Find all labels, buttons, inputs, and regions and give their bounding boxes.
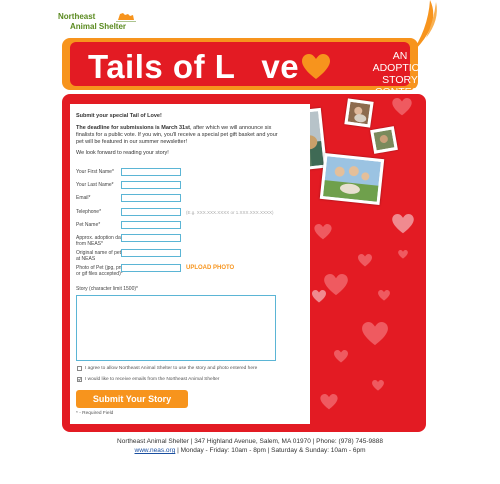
upload-photo-button[interactable]: UPLOAD PHOTO xyxy=(186,265,234,271)
website-link[interactable]: www.neas.org xyxy=(135,447,176,454)
banner-inner: Tails of L ve AN ADOPTION STORY CONTEST xyxy=(70,42,427,98)
background-heart-icon xyxy=(392,98,412,116)
first-name-input[interactable] xyxy=(121,168,181,176)
logo-text-line2: Animal Shelter xyxy=(70,22,127,31)
form-heading: Submit your special Tail of Love! xyxy=(76,113,162,119)
form-deadline-text: The deadline for submissions is March 31… xyxy=(76,125,286,146)
submit-story-button[interactable]: Submit Your Story xyxy=(76,390,188,408)
last-name-input[interactable] xyxy=(121,181,181,189)
adopter-photo-woman-with-cat xyxy=(344,98,374,128)
email-label: Email* xyxy=(76,195,91,201)
photo-image xyxy=(323,156,381,202)
background-heart-icon xyxy=(312,290,326,303)
banner-subtitle-line1: AN ADOPTION xyxy=(372,50,428,74)
first-name-label: Your First Name* xyxy=(76,169,114,175)
background-heart-icon xyxy=(362,322,388,346)
form-look-forward: We look forward to reading your story! xyxy=(76,150,169,156)
telephone-input[interactable] xyxy=(121,208,181,216)
story-label: Story (character limit 1500)* xyxy=(76,286,138,292)
required-field-note: * - Required Field xyxy=(76,411,114,416)
background-heart-icon xyxy=(392,214,414,234)
adopter-photo-family-with-dog xyxy=(319,152,385,206)
telephone-label: Telephone* xyxy=(76,209,102,215)
footer-address: Northeast Animal Shelter | 347 Highland … xyxy=(117,438,383,445)
adoption-date-label: Approx. adoption date from NEAS* xyxy=(76,235,125,247)
photo-image xyxy=(373,129,395,151)
background-heart-icon xyxy=(314,224,332,240)
adoption-date-input[interactable] xyxy=(121,234,181,242)
footer-hours-text: | Monday - Friday: 10am - 8pm | Saturday… xyxy=(175,447,366,454)
banner-subtitle: AN ADOPTION STORY CONTEST xyxy=(370,50,430,98)
submission-form: Submit your special Tail of Love! The de… xyxy=(70,104,310,424)
background-heart-icon xyxy=(378,290,390,301)
adopter-photo-small xyxy=(370,126,398,154)
photo-image xyxy=(347,101,371,125)
original-name-input[interactable] xyxy=(121,249,181,257)
banner-title-part2: ve xyxy=(261,48,300,85)
photo-label: Photo of Pet (jpg, png, or gif files acc… xyxy=(76,265,126,277)
agree-checkbox[interactable] xyxy=(77,366,82,371)
agree-checkbox-label: I agree to allow Northeast Animal Shelte… xyxy=(85,366,258,371)
header-banner: Tails of L ve AN ADOPTION STORY CONTEST xyxy=(62,38,427,98)
story-textarea[interactable] xyxy=(76,295,276,361)
background-heart-icon xyxy=(324,274,348,296)
deadline-bold: The deadline for submissions is March 31… xyxy=(76,125,191,131)
logo-text-line1: Northeast xyxy=(58,12,96,21)
background-heart-icon xyxy=(334,350,348,363)
banner-title: Tails of L ve xyxy=(88,48,299,86)
email-optin-label: I would like to receive emails from the … xyxy=(85,377,220,382)
checkmark-icon xyxy=(78,378,81,381)
background-heart-icon xyxy=(372,380,384,391)
telephone-hint: (E.g. XXX.XXX.XXXX or 1.XXX.XXX.XXXX) xyxy=(186,210,274,215)
footer-hours: www.neas.org | Monday - Friday: 10am - 8… xyxy=(0,447,500,454)
dog-cat-icon xyxy=(116,13,136,22)
background-heart-icon xyxy=(398,250,408,259)
pet-name-label: Pet Name* xyxy=(76,222,101,228)
background-heart-icon xyxy=(358,254,372,267)
original-name-label: Original name of pet at NEAS xyxy=(76,250,122,262)
banner-title-part1: Tails of L xyxy=(88,48,236,85)
email-input[interactable] xyxy=(121,194,181,202)
shelter-logo[interactable]: Northeast Animal Shelter xyxy=(58,10,138,38)
photo-file-input[interactable] xyxy=(121,264,181,272)
heart-icon xyxy=(302,54,330,79)
pet-name-input[interactable] xyxy=(121,221,181,229)
background-heart-icon xyxy=(320,394,338,410)
email-optin-checkbox[interactable] xyxy=(77,377,82,382)
last-name-label: Your Last Name* xyxy=(76,182,114,188)
